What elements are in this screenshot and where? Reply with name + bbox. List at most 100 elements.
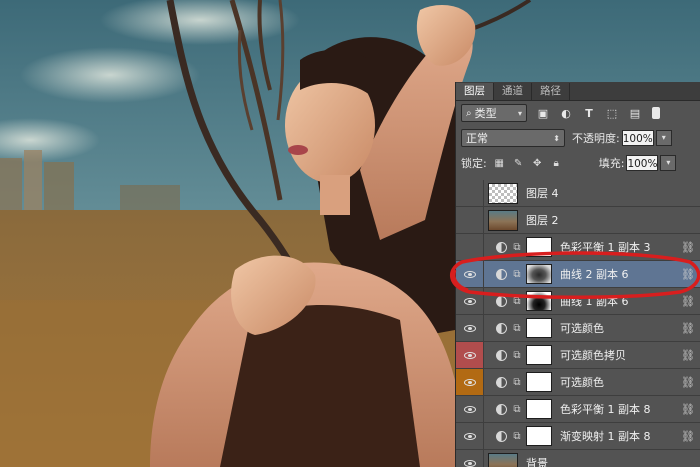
layer-mask-thumbnail[interactable]	[526, 318, 552, 338]
layer-row[interactable]: 图层 2	[456, 207, 700, 234]
layer-row[interactable]: ⧉ 可选颜色拷贝 ⛓︎	[456, 342, 700, 369]
link-icon: ⛓︎	[681, 267, 695, 281]
lock-brush-icon[interactable]: ✎	[512, 157, 525, 170]
link-icon: ⛓︎	[681, 321, 695, 335]
eye-icon	[463, 270, 476, 278]
visibility-toggle[interactable]	[456, 288, 484, 314]
filter-adjustment-icon[interactable]: ◐	[559, 106, 573, 120]
layer-mask-thumbnail[interactable]	[526, 291, 552, 311]
layer-name: 色彩平衡 1 副本 8	[560, 403, 651, 416]
layer-mask-thumbnail[interactable]	[526, 345, 552, 365]
visibility-toggle[interactable]	[456, 423, 484, 449]
layer-thumbnail	[488, 209, 518, 231]
filter-type-icon[interactable]: T	[582, 106, 596, 120]
chain-link-icon[interactable]: ⧉	[513, 377, 521, 388]
lock-transparent-icon[interactable]: ▦	[493, 157, 506, 170]
eye-icon	[463, 459, 476, 467]
eye-icon	[463, 405, 476, 413]
chevron-down-icon: ▾	[517, 108, 522, 118]
chain-link-icon[interactable]: ⧉	[513, 269, 521, 280]
layer-name: 图层 2	[526, 214, 559, 227]
fill-slider-button[interactable]: ▾	[660, 155, 677, 171]
blend-mode-dropdown[interactable]: 正常 ⬍	[461, 129, 565, 147]
chain-link-icon[interactable]: ⧉	[513, 404, 521, 415]
selective-color-icon	[496, 349, 507, 361]
fill-label: 填充:	[598, 157, 625, 170]
filter-kind-label: 类型	[474, 107, 497, 120]
layer-row[interactable]: ⧉ 渐变映射 1 副本 8 ⛓︎	[456, 423, 700, 450]
layer-thumbnail	[488, 182, 518, 204]
layer-name: 曲线 2 副本 6	[560, 268, 629, 281]
blend-mode-value: 正常	[466, 132, 488, 145]
filter-shape-icon[interactable]: ⬚	[605, 106, 619, 120]
layer-name: 渐变映射 1 副本 8	[560, 430, 651, 443]
layer-thumbnail	[488, 452, 518, 467]
chain-link-icon[interactable]: ⧉	[513, 350, 521, 361]
tab-layers[interactable]: 图层	[456, 83, 494, 100]
eye-icon	[463, 432, 476, 440]
visibility-toggle[interactable]	[456, 180, 484, 206]
layer-mask-thumbnail[interactable]	[526, 237, 552, 257]
layer-mask-thumbnail[interactable]	[526, 399, 552, 419]
layer-name: 色彩平衡 1 副本 3	[560, 241, 651, 254]
layer-row[interactable]: ⧉ 色彩平衡 1 副本 8 ⛓︎	[456, 396, 700, 423]
layer-row[interactable]: ⧉ 色彩平衡 1 副本 3 ⛓︎	[456, 234, 700, 261]
chain-link-icon[interactable]: ⧉	[513, 242, 521, 253]
curves-icon	[496, 268, 507, 280]
layer-name: 图层 4	[526, 187, 559, 200]
visibility-toggle[interactable]	[456, 315, 484, 341]
layer-row[interactable]: 图层 4	[456, 180, 700, 207]
lock-move-icon[interactable]: ✥	[531, 157, 544, 170]
visibility-toggle[interactable]	[456, 450, 484, 467]
filter-row: ⌕ 类型 ▾ ▣ ◐ T ⬚ ▤	[456, 104, 700, 122]
tab-paths[interactable]: 路径	[532, 83, 570, 100]
eye-icon	[463, 378, 476, 386]
layer-row-selected[interactable]: ⧉ 曲线 2 副本 6 ⛓︎	[456, 261, 700, 288]
visibility-toggle[interactable]	[456, 369, 484, 395]
layer-row-background[interactable]: 背景	[456, 450, 700, 467]
panel-tabs: 图层 通道 路径	[456, 82, 700, 101]
layer-row[interactable]: ⧉ 曲线 1 副本 6 ⛓︎	[456, 288, 700, 315]
search-icon: ⌕	[466, 107, 472, 119]
opacity-input[interactable]: 100%	[621, 130, 654, 146]
filter-smart-object-icon[interactable]: ▤	[628, 106, 642, 120]
filter-kind-dropdown[interactable]: ⌕ 类型 ▾	[461, 104, 527, 122]
layer-name: 可选颜色	[560, 376, 604, 389]
layers-panel: 图层 通道 路径 ⌕ 类型 ▾ ▣ ◐ T ⬚ ▤ 正常 ⬍ 不透明度: 100…	[455, 82, 700, 467]
filter-toggle-icon[interactable]	[652, 107, 660, 119]
visibility-toggle[interactable]	[456, 261, 484, 287]
filter-pixel-icon[interactable]: ▣	[536, 106, 550, 120]
lock-row: 锁定: ▦ ✎ ✥ 🔒︎ 填充: 100% ▾	[456, 155, 700, 171]
color-balance-icon	[496, 403, 507, 415]
layer-mask-thumbnail[interactable]	[526, 426, 552, 446]
lock-all-icon[interactable]: 🔒︎	[550, 157, 563, 170]
link-icon: ⛓︎	[681, 348, 695, 362]
opacity-slider-button[interactable]: ▾	[655, 130, 672, 146]
link-icon: ⛓︎	[681, 402, 695, 416]
visibility-toggle[interactable]	[456, 396, 484, 422]
selective-color-icon	[496, 376, 507, 388]
tab-channels[interactable]: 通道	[494, 83, 532, 100]
layer-name: 可选颜色	[560, 322, 604, 335]
chain-link-icon[interactable]: ⧉	[513, 323, 521, 334]
link-icon: ⛓︎	[681, 294, 695, 308]
color-balance-icon	[496, 241, 507, 253]
selective-color-icon	[496, 322, 507, 334]
visibility-toggle[interactable]	[456, 234, 484, 260]
chain-link-icon[interactable]: ⧉	[513, 296, 521, 307]
chain-link-icon[interactable]: ⧉	[513, 431, 521, 442]
eye-icon	[463, 324, 476, 332]
layer-mask-thumbnail[interactable]	[526, 264, 552, 284]
curves-icon	[496, 295, 507, 307]
layer-name: 曲线 1 副本 6	[560, 295, 629, 308]
gradient-map-icon	[496, 430, 507, 442]
chevron-down-icon: ⬍	[553, 133, 560, 143]
visibility-toggle[interactable]	[456, 207, 484, 233]
layer-row[interactable]: ⧉ 可选颜色 ⛓︎	[456, 315, 700, 342]
layer-mask-thumbnail[interactable]	[526, 372, 552, 392]
layer-name: 背景	[526, 457, 548, 467]
fill-input[interactable]: 100%	[626, 155, 659, 171]
layer-row[interactable]: ⧉ 可选颜色 ⛓︎	[456, 369, 700, 396]
link-icon: ⛓︎	[681, 375, 695, 389]
visibility-toggle[interactable]	[456, 342, 484, 368]
